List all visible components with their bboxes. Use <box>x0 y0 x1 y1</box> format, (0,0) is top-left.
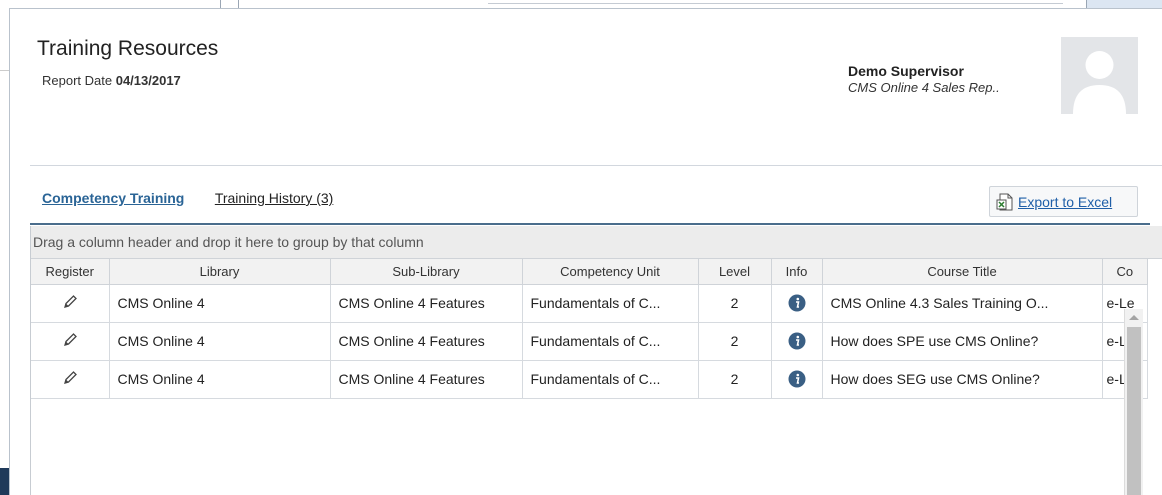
level-cell: 2 <box>698 322 772 361</box>
user-avatar-placeholder-icon <box>1061 37 1138 114</box>
tab-competency-training[interactable]: Competency Training <box>42 190 184 206</box>
training-table: Register Library Sub-Library Competency … <box>31 259 1148 399</box>
competency-unit-cell: Fundamentals of C... <box>522 360 699 399</box>
info-cell <box>771 322 823 361</box>
register-cell <box>31 322 110 361</box>
level-cell: 2 <box>698 360 772 399</box>
table-row: CMS Online 4 CMS Online 4 Features Funda… <box>31 360 1148 399</box>
column-header-course-type[interactable]: Co <box>1102 259 1148 285</box>
user-info: Demo Supervisor CMS Online 4 Sales Rep.. <box>848 63 1000 95</box>
column-header-info[interactable]: Info <box>771 259 823 285</box>
tab-content-border <box>30 223 1150 225</box>
sub-library-cell: CMS Online 4 Features <box>330 322 523 361</box>
column-header-library[interactable]: Library <box>109 259 331 285</box>
scrollbar-thumb[interactable] <box>1127 327 1141 495</box>
tab-bar: Competency Training Training History (3) <box>42 190 359 212</box>
excel-export-icon <box>996 193 1014 211</box>
report-header: Training Resources Report Date 04/13/201… <box>10 9 1162 159</box>
level-cell: 2 <box>698 284 772 323</box>
group-by-drop-area[interactable]: Drag a column header and drop it here to… <box>31 226 1162 259</box>
tab-training-history[interactable]: Training History (3) <box>215 190 334 206</box>
info-cell <box>771 284 823 323</box>
course-title-cell[interactable]: How does SEG use CMS Online? <box>822 360 1103 399</box>
register-cell <box>31 284 110 323</box>
register-cell <box>31 360 110 399</box>
library-cell: CMS Online 4 <box>109 322 331 361</box>
sub-library-cell: CMS Online 4 Features <box>330 360 523 399</box>
training-resources-dialog: Training Resources Report Date 04/13/201… <box>9 8 1162 495</box>
column-header-register[interactable]: Register <box>31 259 110 285</box>
user-role: CMS Online 4 Sales Rep.. <box>848 80 1000 95</box>
library-cell: CMS Online 4 <box>109 284 331 323</box>
report-date-label: Report Date <box>42 73 113 88</box>
background-input <box>488 0 1063 4</box>
export-to-excel-label: Export to Excel <box>1018 193 1113 210</box>
competency-unit-cell: Fundamentals of C... <box>522 284 699 323</box>
competency-unit-cell: Fundamentals of C... <box>522 322 699 361</box>
column-header-sub-library[interactable]: Sub-Library <box>330 259 523 285</box>
info-icon[interactable] <box>788 370 806 388</box>
pencil-edit-icon[interactable] <box>62 332 78 348</box>
library-cell: CMS Online 4 <box>109 360 331 399</box>
pencil-edit-icon[interactable] <box>62 370 78 386</box>
info-cell <box>771 360 823 399</box>
scroll-up-arrow-icon[interactable] <box>1129 315 1139 320</box>
user-name: Demo Supervisor <box>848 63 964 79</box>
pencil-edit-icon[interactable] <box>62 294 78 310</box>
info-icon[interactable] <box>788 294 806 312</box>
training-grid: Drag a column header and drop it here to… <box>30 226 1162 495</box>
course-title-cell[interactable]: How does SPE use CMS Online? <box>822 322 1103 361</box>
header-divider <box>30 165 1162 166</box>
export-to-excel-button[interactable]: Export to Excel <box>989 186 1138 217</box>
report-date: Report Date 04/13/2017 <box>42 73 181 88</box>
table-row: CMS Online 4 CMS Online 4 Features Funda… <box>31 322 1148 361</box>
sub-library-cell: CMS Online 4 Features <box>330 284 523 323</box>
table-row: CMS Online 4 CMS Online 4 Features Funda… <box>31 284 1148 323</box>
grid-vertical-scrollbar[interactable] <box>1124 309 1143 495</box>
report-date-value: 04/13/2017 <box>115 73 181 88</box>
table-header-row: Register Library Sub-Library Competency … <box>31 259 1148 285</box>
background-app-left-block <box>0 468 9 495</box>
info-icon[interactable] <box>788 332 806 350</box>
column-header-competency-unit[interactable]: Competency Unit <box>522 259 699 285</box>
course-title-cell[interactable]: CMS Online 4.3 Sales Training O... <box>822 284 1103 323</box>
page-title: Training Resources <box>37 37 219 60</box>
column-header-course-title[interactable]: Course Title <box>822 259 1103 285</box>
column-header-level[interactable]: Level <box>698 259 772 285</box>
